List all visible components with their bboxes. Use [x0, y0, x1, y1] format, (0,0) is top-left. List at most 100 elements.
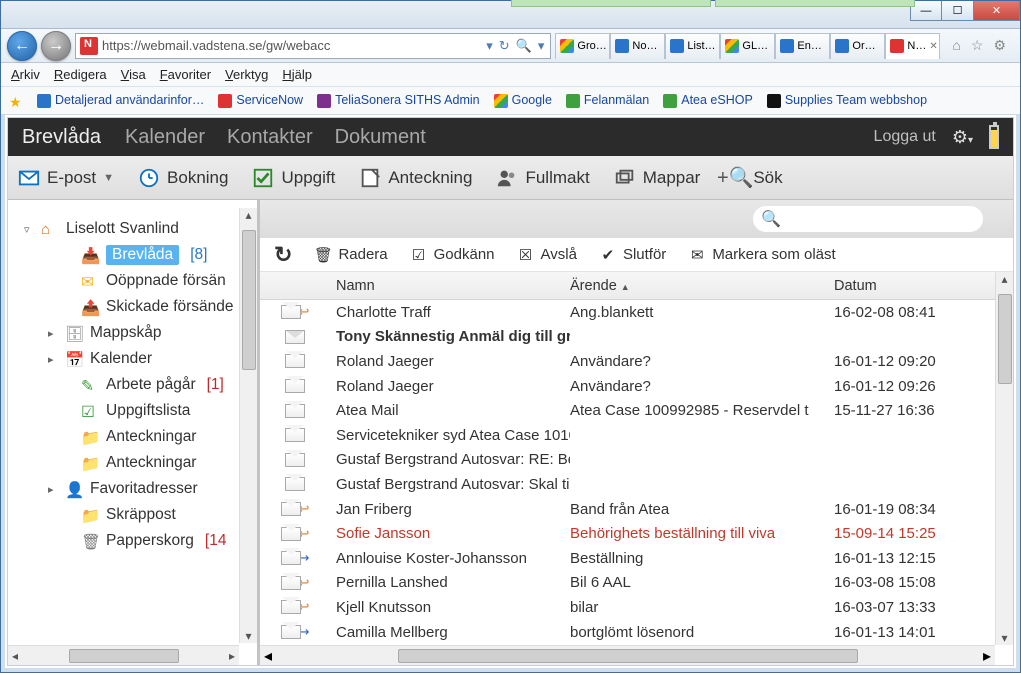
sidebar-vertical-scrollbar[interactable]: ▴▾: [239, 208, 257, 643]
menu-visa[interactable]: Visa: [121, 67, 146, 82]
tree-item-folder[interactable]: 📁Anteckningar: [20, 450, 253, 476]
favorite-link[interactable]: Google: [494, 93, 552, 108]
message-date: 16-01-19 08:34: [828, 501, 995, 518]
search-icon[interactable]: 🔍: [516, 38, 532, 54]
home-icon[interactable]: ⌂: [952, 37, 960, 54]
tree-root[interactable]: ▿⌂Liselott Svanlind: [20, 216, 253, 242]
tree-item-folder[interactable]: 📁Skräppost: [20, 502, 253, 528]
message-row[interactable]: ↩Charlotte TraffAng.blankett16-02-08 08:…: [260, 300, 995, 325]
toolbar-bokning[interactable]: Bokning: [138, 167, 228, 189]
window-maximize-button[interactable]: ☐: [942, 1, 974, 21]
message-row[interactable]: Tony Skännestig Anmäl dig till gratis se…: [260, 325, 995, 350]
address-bar[interactable]: ▾ ↻ 🔍 ▾: [75, 33, 551, 59]
menu-hjälp[interactable]: Hjälp: [282, 67, 312, 82]
action-decline[interactable]: ☒Avslå: [517, 246, 577, 264]
count-badge: [1]: [207, 376, 224, 394]
app-nav-kalender[interactable]: Kalender: [125, 126, 205, 148]
action-trash[interactable]: 🗑Radera: [314, 246, 387, 264]
favorite-link[interactable]: Detaljerad användarinfor…: [37, 93, 204, 108]
addr-dropdown-icon[interactable]: ▾: [486, 38, 493, 54]
tree-item-work[interactable]: ✎Arbete pågår[1]: [20, 372, 253, 398]
message-search-input[interactable]: 🔍: [753, 206, 983, 232]
message-subject: bortglömt lösenord: [570, 624, 828, 641]
menu-redigera[interactable]: Redigera: [54, 67, 107, 82]
favorites-star-icon[interactable]: ☆: [971, 37, 984, 54]
logout-link[interactable]: Logga ut: [874, 128, 936, 146]
tree-item-inbox[interactable]: 📥Brevlåda[8]: [20, 242, 253, 268]
toolbar-mappar[interactable]: Mappar: [614, 167, 701, 189]
favorite-link[interactable]: Supplies Team webbshop: [767, 93, 927, 108]
browser-tab[interactable]: N…✕: [885, 33, 940, 59]
browser-tab[interactable]: Or…: [830, 33, 885, 59]
favorite-link[interactable]: Atea eSHOP: [663, 93, 753, 108]
column-header-subject[interactable]: Ärende▲: [570, 278, 828, 294]
tree-item-unread[interactable]: ✉Oöppnade försän: [20, 268, 253, 294]
settings-gear-icon[interactable]: ⚙▾: [952, 127, 973, 148]
action-unread[interactable]: ✉Markera som oläst: [688, 246, 835, 264]
tree-item-cal[interactable]: ▸📅Kalender: [20, 346, 253, 372]
tree-item-contacts[interactable]: ▸👤Favoritadresser: [20, 476, 253, 502]
window-close-button[interactable]: ✕: [974, 1, 1020, 21]
action-accept[interactable]: ☑Godkänn: [410, 246, 495, 264]
message-row[interactable]: Atea Mail Atea Case 100992985 - Reservde…: [260, 398, 995, 423]
message-row[interactable]: ↩Sofie JanssonBehörighets beställning ti…: [260, 521, 995, 546]
message-row[interactable]: ↪Annlouise Koster-JohanssonBeställning16…: [260, 546, 995, 571]
folder-icon: 📁: [81, 507, 99, 523]
favorite-link[interactable]: ServiceNow: [218, 93, 303, 108]
menu-verktyg[interactable]: Verktyg: [225, 67, 268, 82]
favorite-link[interactable]: Felanmälan: [566, 93, 649, 108]
message-row[interactable]: Servicetekniker syd Atea Case 101033941 …: [260, 423, 995, 448]
message-row[interactable]: Roland JaegerAnvändare?16-01-12 09:20: [260, 349, 995, 374]
refresh-button[interactable]: ↻: [274, 242, 292, 268]
toolbar-uppgift[interactable]: Uppgift: [252, 167, 335, 189]
toolbar-e-post[interactable]: E-post ▼: [18, 167, 114, 189]
menu-favoriter[interactable]: Favoriter: [160, 67, 211, 82]
browser-tab[interactable]: GL…: [720, 33, 775, 59]
list-vertical-scrollbar[interactable]: ▴▾: [995, 272, 1013, 645]
browser-tab[interactable]: No…: [610, 33, 665, 59]
message-row[interactable]: ↩Pernilla LanshedBil 6 AAL16-03-08 15:08: [260, 571, 995, 596]
toolbar-sök[interactable]: +🔍Sök: [724, 167, 782, 189]
tools-gear-icon[interactable]: ⚙: [993, 37, 1006, 54]
column-header-date[interactable]: Datum: [828, 278, 1013, 294]
toolbar-fullmakt[interactable]: Fullmakt: [496, 167, 589, 189]
tree-item-task[interactable]: ☑Uppgiftslista: [20, 398, 253, 424]
url-input[interactable]: [102, 38, 480, 53]
browser-tab[interactable]: Gro…: [555, 33, 610, 59]
add-favorite-icon[interactable]: ★: [9, 94, 23, 108]
envelope-icon: [285, 354, 305, 368]
tree-item-folder[interactable]: 📁Anteckningar: [20, 424, 253, 450]
message-sender: Sofie Jansson: [330, 525, 570, 542]
sidebar-horizontal-scrollbar[interactable]: ◂▸: [8, 645, 239, 665]
nav-back-button[interactable]: ←: [7, 31, 37, 61]
message-row[interactable]: ↩Kjell Knutssonbilar16-03-07 13:33: [260, 595, 995, 620]
message-sender: Servicetekniker syd Atea Case 101033941 …: [330, 427, 570, 444]
favorite-link[interactable]: TeliaSonera SITHS Admin: [317, 93, 480, 108]
app-nav-kontakter[interactable]: Kontakter: [227, 126, 313, 148]
list-horizontal-scrollbar[interactable]: ◂▸: [260, 645, 995, 665]
message-row[interactable]: Roland JaegerAnvändare?16-01-12 09:26: [260, 374, 995, 399]
tree-item-sent[interactable]: 📤Skickade försände: [20, 294, 253, 320]
message-sender: Roland Jaeger: [330, 353, 570, 370]
app-nav-dokument[interactable]: Dokument: [335, 126, 426, 148]
tree-item-trash[interactable]: 🗑Papperskorg[14: [20, 528, 253, 554]
message-row[interactable]: Gustaf Bergstrand Autosvar: RE: Beställn…: [260, 448, 995, 473]
message-row[interactable]: Gustaf Bergstrand Autosvar: Skal till iP…: [260, 472, 995, 497]
message-row[interactable]: ↪Camilla Mellbergbortglömt lösenord16-01…: [260, 620, 995, 645]
action-complete[interactable]: ✔Slutför: [599, 246, 666, 264]
browser-tab[interactable]: En…: [775, 33, 830, 59]
mail-icon: [18, 167, 40, 189]
search-dropdown-icon[interactable]: ▾: [538, 38, 545, 54]
column-header-name[interactable]: Namn: [330, 278, 570, 294]
app-brand[interactable]: Brevlåda: [22, 126, 101, 149]
toolbar-anteckning[interactable]: Anteckning: [359, 167, 472, 189]
tree-item-cab[interactable]: ▸🗄Mappskåp: [20, 320, 253, 346]
tab-close-icon[interactable]: ✕: [929, 41, 937, 52]
message-row[interactable]: ↩Jan FribergBand från Atea16-01-19 08:34: [260, 497, 995, 522]
refresh-icon[interactable]: ↻: [499, 38, 510, 54]
message-sender: Atea Mail: [330, 402, 570, 419]
browser-tab[interactable]: List…: [665, 33, 720, 59]
tab-label: No…: [632, 40, 657, 52]
menu-arkiv[interactable]: Arkiv: [11, 67, 40, 82]
nav-forward-button[interactable]: →: [41, 31, 71, 61]
